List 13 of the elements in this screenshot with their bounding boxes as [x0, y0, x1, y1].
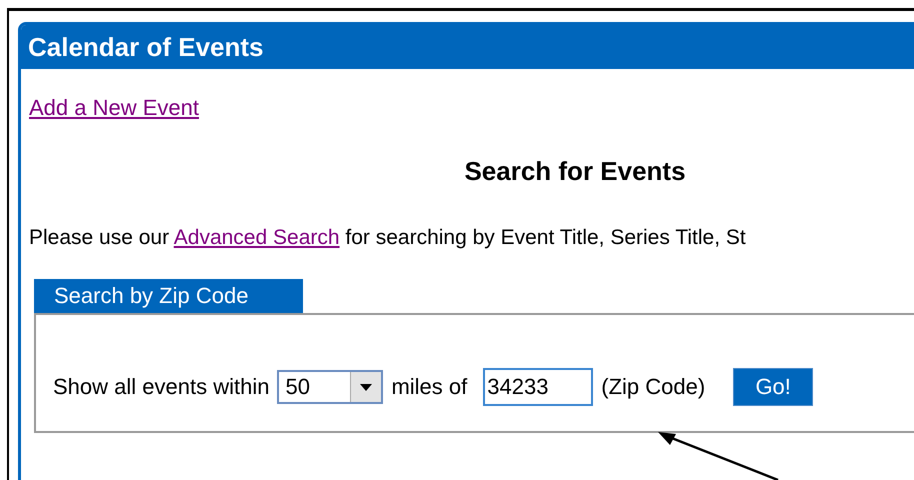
- zip-code-field[interactable]: 34233: [483, 368, 594, 406]
- add-event-link[interactable]: Add a New Event: [29, 95, 199, 121]
- distance-dropdown[interactable]: 50: [277, 370, 384, 404]
- field-label: miles of: [391, 374, 468, 400]
- go-button[interactable]: Go!: [733, 368, 814, 406]
- panel-title: Calendar of Events: [21, 25, 914, 69]
- field-hint: (Zip Code): [601, 374, 706, 400]
- instruction-text: Please use our Advanced Search for searching by Event Title, Series Title, St: [29, 225, 746, 251]
- search-tab[interactable]: Search by Zip Code: [34, 279, 303, 313]
- advanced-search-link[interactable]: Advanced Search: [174, 226, 340, 249]
- section-heading: Search for Events: [463, 155, 687, 187]
- field-label: Show all events within: [53, 374, 270, 400]
- caret-icon: [360, 384, 372, 390]
